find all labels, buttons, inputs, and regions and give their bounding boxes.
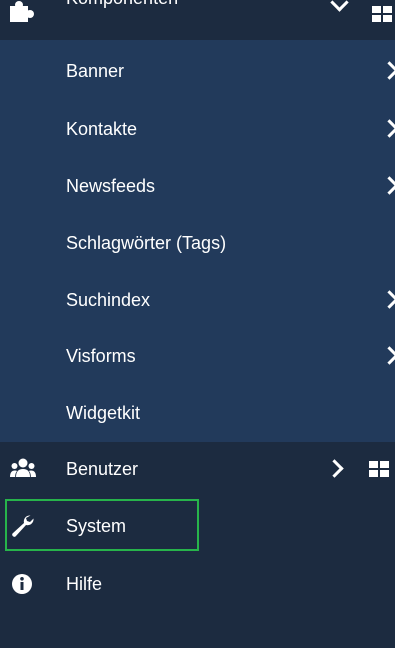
submenu-komponenten: Banner Kontakte Newsfeeds Schlagwörter (…: [0, 40, 395, 442]
submenu-item-newsfeeds[interactable]: Newsfeeds: [0, 157, 395, 215]
submenu-item-label: Suchindex: [66, 290, 151, 310]
submenu-item-suchindex[interactable]: Suchindex: [0, 271, 395, 329]
submenu-item-label: Schlagwörter (Tags): [66, 233, 227, 253]
grid-icon[interactable]: [372, 6, 392, 22]
selection-highlight-box: [5, 499, 199, 551]
chevron-right-icon: [325, 459, 344, 478]
submenu-item-tags[interactable]: Schlagwörter (Tags): [0, 214, 395, 272]
info-icon: [10, 572, 36, 596]
menu-item-komponenten[interactable]: Komponenten: [0, 0, 395, 40]
menu-item-hilfe[interactable]: Hilfe: [0, 555, 395, 613]
menu-item-benutzer[interactable]: Benutzer: [0, 440, 395, 498]
menu-item-label: Benutzer: [66, 459, 139, 479]
menu-item-label: Komponenten: [66, 0, 178, 18]
puzzle-icon: [10, 0, 36, 24]
grid-icon[interactable]: [369, 461, 389, 477]
submenu-item-label: Banner: [66, 61, 125, 81]
submenu-item-label: Widgetkit: [66, 403, 141, 423]
users-icon: [10, 457, 36, 481]
submenu-item-visforms[interactable]: Visforms: [0, 327, 395, 385]
submenu-item-label: Newsfeeds: [66, 176, 156, 196]
chevron-right-icon: [380, 119, 395, 138]
chevron-right-icon: [380, 346, 395, 365]
admin-sidebar-menu: Komponenten Banner Kontakte Newsfeeds Sc…: [0, 0, 395, 648]
chevron-down-icon: [330, 0, 349, 12]
menu-item-label: Hilfe: [66, 574, 103, 594]
chevron-right-icon: [380, 176, 395, 195]
submenu-item-label: Kontakte: [66, 119, 138, 139]
chevron-right-icon: [380, 290, 395, 309]
chevron-right-icon: [380, 61, 395, 80]
submenu-item-widgetkit[interactable]: Widgetkit: [0, 384, 395, 442]
submenu-item-kontakte[interactable]: Kontakte: [0, 100, 395, 158]
submenu-item-label: Visforms: [66, 346, 136, 366]
submenu-item-banner[interactable]: Banner: [0, 42, 395, 100]
